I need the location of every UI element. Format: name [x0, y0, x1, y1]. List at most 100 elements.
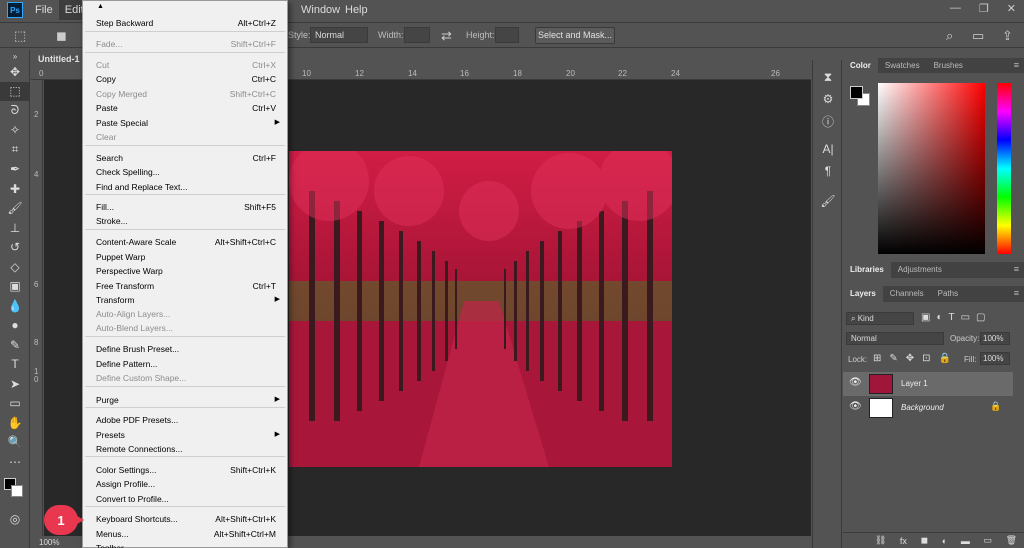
- new-selection-icon[interactable]: ◼: [56, 28, 67, 44]
- menu-item-perspective-warp[interactable]: Perspective Warp: [96, 264, 276, 278]
- menu-item-check-spelling[interactable]: Check Spelling...: [96, 165, 276, 179]
- tab-paths[interactable]: Paths: [931, 286, 965, 302]
- menu-item-cut[interactable]: Cut Ctrl+X: [96, 58, 276, 72]
- fill-field[interactable]: 100%: [980, 352, 1010, 365]
- magic-wand-tool-icon[interactable]: ✧: [0, 121, 30, 141]
- style-select[interactable]: Normal: [310, 27, 368, 43]
- foreground-swatch[interactable]: [850, 86, 863, 99]
- tab-layers[interactable]: Layers: [843, 286, 883, 302]
- move-tool-icon[interactable]: ✥: [0, 62, 30, 82]
- type-tool-icon[interactable]: T: [0, 355, 30, 375]
- eraser-tool-icon[interactable]: ◇: [0, 257, 30, 277]
- tab-libraries[interactable]: Libraries: [843, 262, 891, 278]
- clone-stamp-tool-icon[interactable]: ⊥: [0, 218, 30, 238]
- pen-tool-icon[interactable]: ✎: [0, 335, 30, 355]
- menu-item-paste-special[interactable]: Paste Special ▶: [96, 116, 280, 130]
- menu-item-step-backward[interactable]: Step Backward Alt+Ctrl+Z: [96, 16, 276, 30]
- restore-icon[interactable]: ❐: [979, 2, 989, 15]
- search-icon[interactable]: ⌕: [946, 28, 953, 44]
- menu-item-define-custom-shape[interactable]: Define Custom Shape...: [96, 371, 276, 385]
- height-field[interactable]: [495, 27, 519, 43]
- width-field[interactable]: [404, 27, 430, 43]
- lasso-tool-icon[interactable]: ᘐ: [0, 101, 30, 121]
- menu-item-auto-blend-layers[interactable]: Auto-Blend Layers...: [96, 321, 276, 335]
- menu-item-color-settings[interactable]: Color Settings... Shift+Ctrl+K: [96, 463, 276, 477]
- menu-item-fill[interactable]: Fill... Shift+F5: [96, 200, 276, 214]
- menu-item-define-brush-preset[interactable]: Define Brush Preset...: [96, 342, 276, 356]
- crop-tool-icon[interactable]: ⌗: [0, 140, 30, 160]
- kind-filter[interactable]: ⌕ Kind: [846, 312, 914, 325]
- layer-name[interactable]: Background: [901, 403, 944, 412]
- dodge-tool-icon[interactable]: ●: [0, 316, 30, 336]
- path-selection-tool-icon[interactable]: ➤: [0, 374, 30, 394]
- history-brush-tool-icon[interactable]: ↺: [0, 238, 30, 258]
- new-layer-icon[interactable]: ▭: [983, 535, 992, 546]
- edit-toolbar-icon[interactable]: ⋯: [0, 452, 30, 472]
- menu-item-auto-align-layers[interactable]: Auto-Align Layers...: [96, 307, 276, 321]
- paragraph-icon[interactable]: ¶: [813, 160, 843, 182]
- opacity-field[interactable]: 100%: [980, 332, 1010, 345]
- tab-channels[interactable]: Channels: [883, 286, 931, 302]
- collapse-toolbar-icon[interactable]: »: [0, 50, 30, 62]
- menu-file[interactable]: File: [29, 0, 59, 20]
- menu-item-keyboard-shortcuts[interactable]: Keyboard Shortcuts... Alt+Shift+Ctrl+K: [96, 512, 276, 526]
- menu-item-find-and-replace-text[interactable]: Find and Replace Text...: [96, 180, 276, 194]
- menu-item-free-transform[interactable]: Free Transform Ctrl+T: [96, 279, 276, 293]
- adjustment-layer-icon[interactable]: ◐: [942, 536, 947, 546]
- visibility-eye-icon[interactable]: 👁: [849, 377, 862, 388]
- history-icon[interactable]: ⧗: [813, 66, 843, 88]
- workspace-icon[interactable]: ▭: [972, 28, 984, 44]
- eyedropper-tool-icon[interactable]: ✒: [0, 160, 30, 180]
- tab-color[interactable]: Color: [843, 58, 878, 73]
- visibility-eye-icon[interactable]: 👁: [849, 401, 862, 412]
- swap-icon[interactable]: ⇄: [441, 28, 452, 44]
- menu-item-transform[interactable]: Transform ▶: [96, 293, 280, 307]
- menu-item-content-aware-scale[interactable]: Content-Aware Scale Alt+Shift+Ctrl+C: [96, 235, 276, 249]
- link-layers-icon[interactable]: ⛓: [875, 535, 886, 546]
- scroll-up-arrow-icon[interactable]: ▲: [97, 3, 104, 10]
- marquee-options-icon[interactable]: ⬚: [14, 28, 26, 44]
- tab-swatches[interactable]: Swatches: [878, 58, 927, 73]
- menu-item-purge[interactable]: Purge ▶: [96, 393, 280, 407]
- info-icon[interactable]: ⓘ: [813, 110, 843, 132]
- menu-item-search[interactable]: Search Ctrl+F: [96, 151, 276, 165]
- panel-menu-icon[interactable]: ≡: [1009, 286, 1024, 302]
- layer-row[interactable]: 👁 Background 🔒: [843, 396, 1013, 420]
- filter-icons[interactable]: ▣◐T▭▢: [921, 312, 992, 323]
- menu-item-presets[interactable]: Presets ▶: [96, 428, 280, 442]
- menu-item-copy[interactable]: Copy Ctrl+C: [96, 72, 276, 86]
- color-swatches[interactable]: [0, 476, 29, 506]
- quick-mask-icon[interactable]: ◎: [0, 510, 30, 530]
- menu-item-clear[interactable]: Clear: [96, 130, 276, 144]
- character-icon[interactable]: A|: [813, 138, 843, 160]
- share-icon[interactable]: ⇪: [1002, 28, 1013, 44]
- select-and-mask-button[interactable]: Select and Mask...: [535, 27, 615, 44]
- background-color-swatch[interactable]: [11, 484, 23, 497]
- menu-item-copy-merged[interactable]: Copy Merged Shift+Ctrl+C: [96, 87, 276, 101]
- new-group-icon[interactable]: ▬: [961, 536, 970, 546]
- gradient-tool-icon[interactable]: ▣: [0, 277, 30, 297]
- zoom-tool-icon[interactable]: 🔍: [0, 433, 30, 453]
- menu-item-define-pattern[interactable]: Define Pattern...: [96, 357, 276, 371]
- minimize-icon[interactable]: —: [950, 2, 961, 15]
- lock-icons[interactable]: ⊞✎✥⊡🔒: [873, 353, 959, 364]
- hue-slider[interactable]: [997, 83, 1011, 254]
- menu-item-paste[interactable]: Paste Ctrl+V: [96, 101, 276, 115]
- rectangle-tool-icon[interactable]: ▭: [0, 394, 30, 414]
- menu-item-puppet-warp[interactable]: Puppet Warp: [96, 250, 276, 264]
- menu-item-fade[interactable]: Fade... Shift+Ctrl+F: [96, 37, 276, 51]
- blend-mode-select[interactable]: Normal: [846, 332, 944, 345]
- delete-layer-icon[interactable]: 🗑: [1006, 535, 1017, 546]
- tab-brushes[interactable]: Brushes: [927, 58, 970, 73]
- menu-item-convert-to-profile[interactable]: Convert to Profile...: [96, 492, 276, 506]
- menu-item-assign-profile[interactable]: Assign Profile...: [96, 477, 276, 491]
- layer-row[interactable]: 👁 Layer 1: [843, 372, 1013, 396]
- brush-tool-icon[interactable]: 🖌: [0, 199, 30, 219]
- menu-item-toolbar[interactable]: Toolbar...: [96, 541, 276, 548]
- tab-adjustments[interactable]: Adjustments: [891, 262, 949, 278]
- menu-item-remote-connections[interactable]: Remote Connections...: [96, 442, 276, 456]
- healing-brush-tool-icon[interactable]: ✚: [0, 179, 30, 199]
- menu-item-stroke[interactable]: Stroke...: [96, 214, 276, 228]
- blur-tool-icon[interactable]: 💧: [0, 296, 30, 316]
- menu-help[interactable]: Help: [339, 0, 374, 20]
